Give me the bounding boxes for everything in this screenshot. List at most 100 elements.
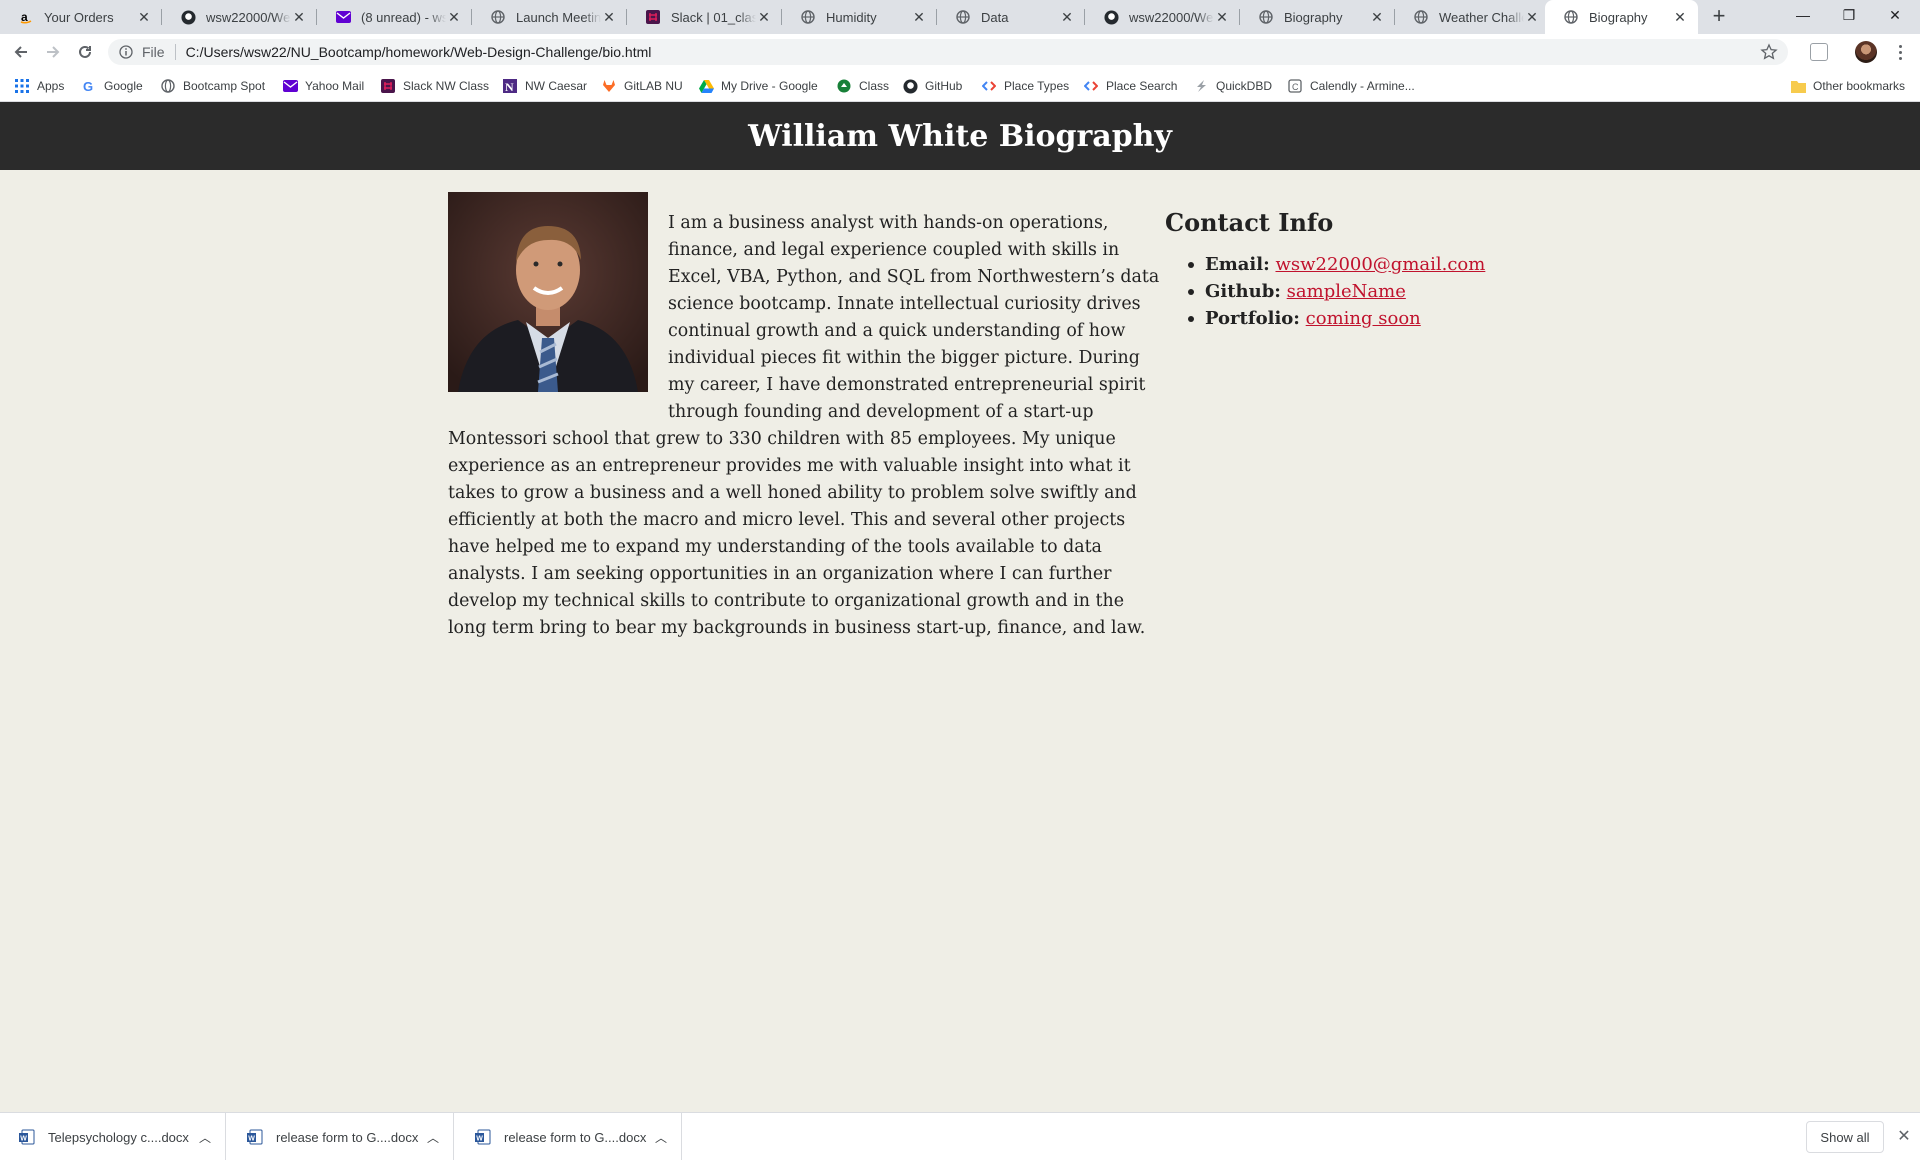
bookmark-apps[interactable]: Apps <box>14 70 64 102</box>
tab-title: Weather Challen <box>1439 9 1524 25</box>
tab-weather-challenge[interactable]: Weather Challen ✕ <box>1395 0 1550 34</box>
bookmark-place-types[interactable]: Place Types <box>981 70 1069 102</box>
close-icon[interactable]: ✕ <box>911 9 927 25</box>
svg-text:W: W <box>20 1136 27 1143</box>
close-icon[interactable]: ✕ <box>1524 9 1540 25</box>
chevron-up-icon[interactable]: ︿ <box>423 1129 443 1146</box>
other-bookmarks[interactable]: Other bookmarks <box>1790 70 1905 102</box>
bookmark-class[interactable]: Class <box>836 70 889 102</box>
tab-your-orders[interactable]: a Your Orders ✕ <box>0 0 162 34</box>
bookmark-google[interactable]: G Google <box>81 70 143 102</box>
download-filename: release form to G....docx <box>276 1129 419 1145</box>
tab-title: Humidity <box>826 9 877 25</box>
page-viewport: William White Biography I am a business … <box>0 102 1920 1112</box>
email-link[interactable]: wsw22000@gmail.com <box>1275 254 1485 275</box>
globe-icon <box>800 9 816 25</box>
svg-text:C: C <box>1292 82 1299 92</box>
back-button[interactable] <box>8 39 34 65</box>
close-icon[interactable]: ✕ <box>756 9 772 25</box>
tab-github-web-2[interactable]: wsw22000/Web- ✕ <box>1085 0 1240 34</box>
bookmark-nw-caesar[interactable]: N NW Caesar <box>502 70 587 102</box>
bookmark-my-drive[interactable]: My Drive - Google <box>698 70 818 102</box>
tab-github-web[interactable]: wsw22000/Web- ✕ <box>162 0 317 34</box>
calendly-icon: C <box>1287 78 1303 94</box>
bookmark-github[interactable]: GitHub <box>902 70 962 102</box>
bookmark-label: Yahoo Mail <box>305 79 365 93</box>
info-icon[interactable] <box>118 44 134 60</box>
close-icon[interactable]: ✕ <box>1214 9 1230 25</box>
contact-label: Github: <box>1205 281 1281 302</box>
bookmark-label: NW Caesar <box>525 79 588 93</box>
close-window-button[interactable]: ✕ <box>1872 0 1918 30</box>
code-icon <box>1083 78 1099 94</box>
close-icon[interactable]: ✕ <box>601 9 617 25</box>
quickdbd-icon <box>1193 78 1209 94</box>
bookmark-quickdbd[interactable]: QuickDBD <box>1193 70 1272 102</box>
profile-avatar[interactable] <box>1855 41 1877 63</box>
extension-icon[interactable] <box>1810 43 1828 61</box>
tab-title: Data <box>981 9 1009 25</box>
code-icon <box>981 78 997 94</box>
portfolio-link[interactable]: coming soon <box>1306 308 1421 329</box>
restore-button[interactable]: ❐ <box>1826 0 1872 30</box>
globe-icon <box>160 78 176 94</box>
northwestern-icon: N <box>502 78 518 94</box>
tab-data[interactable]: Data ✕ <box>937 0 1085 34</box>
gitlab-icon <box>601 78 617 94</box>
contact-list: Email: wsw22000@gmail.com Github: sample… <box>1165 251 1565 332</box>
contact-section: Contact Info Email: wsw22000@gmail.com G… <box>1165 208 1565 332</box>
contact-label: Portfolio: <box>1205 308 1300 329</box>
bookmark-label: GitLAB NU <box>624 79 683 93</box>
bookmark-gitlab-nu[interactable]: GitLAB NU <box>601 70 683 102</box>
contact-label: Email: <box>1205 254 1270 275</box>
chevron-up-icon[interactable]: ︿ <box>195 1129 215 1146</box>
tab-humidity[interactable]: Humidity ✕ <box>782 0 937 34</box>
chevron-up-icon[interactable]: ︿ <box>651 1129 671 1146</box>
bio-section: I am a business analyst with hands-on op… <box>448 190 1166 642</box>
url-text[interactable]: C:/Users/wsw22/NU_Bootcamp/homework/Web-… <box>186 44 652 60</box>
close-icon[interactable]: ✕ <box>1369 9 1385 25</box>
other-bookmarks-label: Other bookmarks <box>1813 79 1906 93</box>
tab-strip: a Your Orders ✕ wsw22000/Web- ✕ (8 unrea… <box>0 0 1920 34</box>
download-item[interactable]: W release form to G....docx ︿ <box>228 1113 454 1160</box>
bookmark-place-search[interactable]: Place Search <box>1083 70 1177 102</box>
menu-kebab-icon[interactable] <box>1890 41 1910 63</box>
download-filename: Telepsychology c....docx <box>48 1129 189 1145</box>
close-icon[interactable]: ✕ <box>446 9 462 25</box>
github-icon <box>902 78 918 94</box>
github-link[interactable]: sampleName <box>1287 281 1406 302</box>
globe-icon <box>955 9 971 25</box>
bookmark-slack-nw-class[interactable]: Slack NW Class <box>380 70 489 102</box>
close-icon[interactable]: ✕ <box>136 9 152 25</box>
tab-slack[interactable]: Slack | 01_class_a ✕ <box>627 0 782 34</box>
download-item[interactable]: W release form to G....docx ︿ <box>456 1113 682 1160</box>
close-icon[interactable]: ✕ <box>1894 1127 1914 1147</box>
bookmark-yahoo-mail[interactable]: Yahoo Mail <box>282 70 364 102</box>
tab-biography-active[interactable]: Biography ✕ <box>1545 0 1698 34</box>
folder-icon <box>1790 78 1806 94</box>
bookmark-bootcamp-spot[interactable]: Bootcamp Spot <box>160 70 265 102</box>
tab-title: wsw22000/Web- <box>1129 9 1214 25</box>
minimize-button[interactable]: — <box>1780 0 1826 30</box>
close-icon[interactable]: ✕ <box>1672 9 1688 25</box>
forward-button[interactable] <box>40 39 66 65</box>
star-icon[interactable] <box>1760 43 1778 61</box>
tab-launch-meeting[interactable]: Launch Meeting ✕ <box>472 0 627 34</box>
google-icon: G <box>81 78 97 94</box>
close-icon[interactable]: ✕ <box>1059 9 1075 25</box>
tab-yahoo-mail[interactable]: (8 unread) - wsw ✕ <box>317 0 472 34</box>
tab-title: Biography <box>1589 9 1648 25</box>
show-all-button[interactable]: Show all <box>1806 1121 1884 1153</box>
restore-icon: ❐ <box>1842 6 1856 23</box>
bookmark-calendly[interactable]: C Calendly - Armine... <box>1287 70 1415 102</box>
bookmark-label: Bootcamp Spot <box>183 79 266 93</box>
yahoo-mail-icon <box>282 78 298 94</box>
bookmark-label: Place Search <box>1106 79 1178 93</box>
download-item[interactable]: W Telepsychology c....docx ︿ <box>0 1113 226 1160</box>
new-tab-button[interactable]: + <box>1706 4 1732 30</box>
address-bar[interactable]: File C:/Users/wsw22/NU_Bootcamp/homework… <box>108 39 1788 65</box>
bookmark-label: Calendly - Armine... <box>1310 79 1415 93</box>
tab-biography[interactable]: Biography ✕ <box>1240 0 1395 34</box>
close-icon[interactable]: ✕ <box>291 9 307 25</box>
reload-button[interactable] <box>72 39 98 65</box>
